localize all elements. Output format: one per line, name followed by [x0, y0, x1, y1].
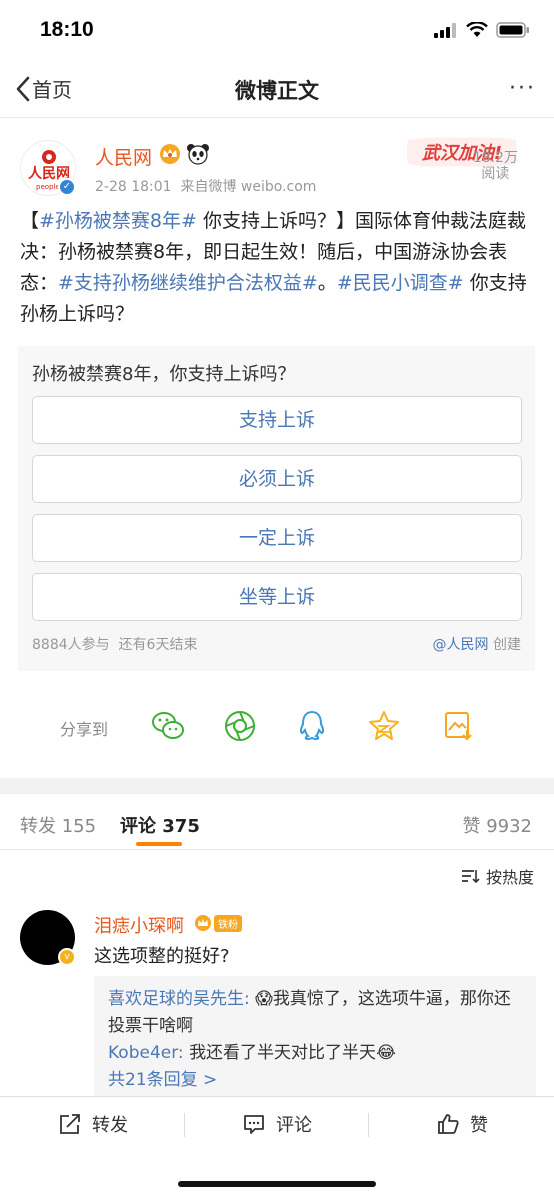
wechat-icon[interactable] — [150, 708, 186, 744]
poll-option-waiting[interactable]: 坐等上诉 — [32, 573, 522, 621]
vip-crown-icon[interactable] — [158, 143, 182, 165]
nav-bar: 首页 微博正文 ··· — [0, 62, 554, 118]
author-name[interactable]: 人民网 — [95, 143, 152, 170]
reply-emoji: 😱 — [255, 989, 273, 1009]
tab-likes[interactable]: 赞 9932 — [462, 812, 532, 838]
qzone-icon[interactable] — [366, 708, 402, 744]
like-label: 赞 — [470, 1115, 488, 1136]
post-text-segment: 【 — [20, 210, 40, 232]
sort-icon — [461, 870, 480, 884]
read-count: 18.2万 阅读 — [473, 150, 518, 182]
poll-participants: 8884人参与 — [32, 637, 110, 653]
repost-icon — [60, 1114, 80, 1134]
comment-button[interactable]: 评论 — [242, 1111, 312, 1137]
status-time: 18:10 — [40, 18, 94, 41]
wifi-icon — [466, 22, 488, 37]
sort-by-hot-button[interactable]: 按热度 — [460, 864, 534, 888]
thumbs-up-icon — [438, 1114, 459, 1134]
post-text-segment: 。 — [317, 272, 337, 294]
panda-icon[interactable] — [186, 143, 210, 165]
reply-author[interactable]: 喜欢足球的吴先生: — [108, 989, 250, 1009]
repost-label: 转发 — [92, 1115, 128, 1136]
poll-option-support[interactable]: 支持上诉 — [32, 396, 522, 444]
comment-text: 这选项整的挺好? — [94, 946, 230, 967]
share-row: 分享到 — [0, 700, 554, 752]
like-button[interactable]: 赞 — [436, 1111, 488, 1137]
page-title: 微博正文 — [235, 79, 319, 103]
poll-option-definitely[interactable]: 一定上诉 — [32, 514, 522, 562]
feedback-tabs: 转发 155 评论 375 赞 9932 — [0, 794, 554, 850]
active-tab-indicator — [136, 842, 182, 846]
crown-icon — [195, 915, 211, 931]
commenter-name[interactable]: 泪痣小琛啊 — [94, 912, 184, 938]
reply-item: 喜欢足球的吴先生: 😱我真惊了，这选项牛逼，那你还投票干啥啊 — [108, 986, 522, 1040]
comment-icon — [244, 1115, 264, 1134]
comment-label: 评论 — [276, 1115, 312, 1136]
fan-badge: 铁粉 — [194, 914, 242, 932]
poll-creator-link[interactable]: @人民网 — [433, 637, 489, 653]
post-time: 2-28 18:01 — [95, 179, 172, 195]
save-image-icon[interactable] — [440, 708, 476, 744]
post-header: 人民网 people. ✓ 人民网 2-28 18:01 来自微博 weibo.… — [0, 128, 554, 202]
share-label: 分享到 — [60, 720, 109, 739]
bottom-action-bar: 转发 评论 赞 — [0, 1096, 554, 1200]
replies-box[interactable]: 喜欢足球的吴先生: 😱我真惊了，这选项牛逼，那你还投票干啥啊 Kobe4er: … — [94, 976, 536, 1096]
bottom-separator — [184, 1113, 185, 1137]
hashtag-sunyang-ban[interactable]: #孙杨被禁赛8年# — [39, 210, 197, 232]
poll-creator: @人民网 创建 — [433, 634, 521, 654]
author-badges — [158, 143, 210, 165]
poll-question: 孙杨被禁赛8年，你支持上诉吗？ — [32, 364, 296, 385]
bottom-separator — [368, 1113, 369, 1137]
status-icons — [434, 22, 530, 38]
reply-author[interactable]: Kobe4er: — [108, 1043, 184, 1063]
post-body: 【#孙杨被禁赛8年# 你支持上诉吗？】国际体育仲裁法庭裁决：孙杨被禁赛8年，即日… — [20, 206, 534, 330]
tab-comments[interactable]: 评论 375 — [120, 812, 200, 838]
home-indicator — [178, 1181, 376, 1187]
poll-remaining: 还有6天结束 — [118, 637, 198, 653]
post-source: 来自微博 weibo.com — [180, 179, 317, 195]
commenter-verified-icon: v — [58, 948, 76, 966]
poll-card: 孙杨被禁赛8年，你支持上诉吗？ 支持上诉 必须上诉 一定上诉 坐等上诉 8884… — [18, 346, 535, 671]
signal-icon — [434, 23, 456, 38]
more-replies-link[interactable]: 共21条回复 > — [108, 1067, 522, 1094]
battery-icon — [496, 22, 529, 38]
poll-creator-suffix: 创建 — [493, 637, 521, 653]
read-count-value: 18.2万 — [472, 150, 518, 166]
post-meta: 2-28 18:01 来自微博 weibo.com — [95, 176, 316, 196]
status-bar: 18:10 — [0, 0, 554, 62]
moments-icon[interactable] — [222, 708, 258, 744]
section-divider — [0, 778, 554, 794]
read-count-label: 阅读 — [481, 166, 510, 182]
fan-badge-label: 铁粉 — [214, 914, 242, 932]
poll-footer: 8884人参与 还有6天结束 @人民网 创建 — [32, 634, 521, 654]
repost-button[interactable]: 转发 — [58, 1111, 128, 1137]
reply-emoji: 😂 — [376, 1043, 396, 1063]
reply-item: Kobe4er: 我还看了半天对比了半天😂 — [108, 1040, 522, 1067]
poll-option-must[interactable]: 必须上诉 — [32, 455, 522, 503]
hashtag-minmin-survey[interactable]: #民民小调查# — [337, 272, 464, 294]
tab-reposts[interactable]: 转发 155 — [20, 812, 96, 838]
qq-icon[interactable] — [294, 708, 330, 744]
more-options-button[interactable]: ··· — [509, 76, 536, 101]
reply-text: 我还看了半天对比了半天 — [189, 1043, 377, 1063]
sort-label: 按热度 — [485, 868, 534, 887]
hashtag-support-sunyang[interactable]: #支持孙杨继续维护合法权益# — [58, 272, 318, 294]
verified-badge-icon: ✓ — [58, 178, 76, 196]
